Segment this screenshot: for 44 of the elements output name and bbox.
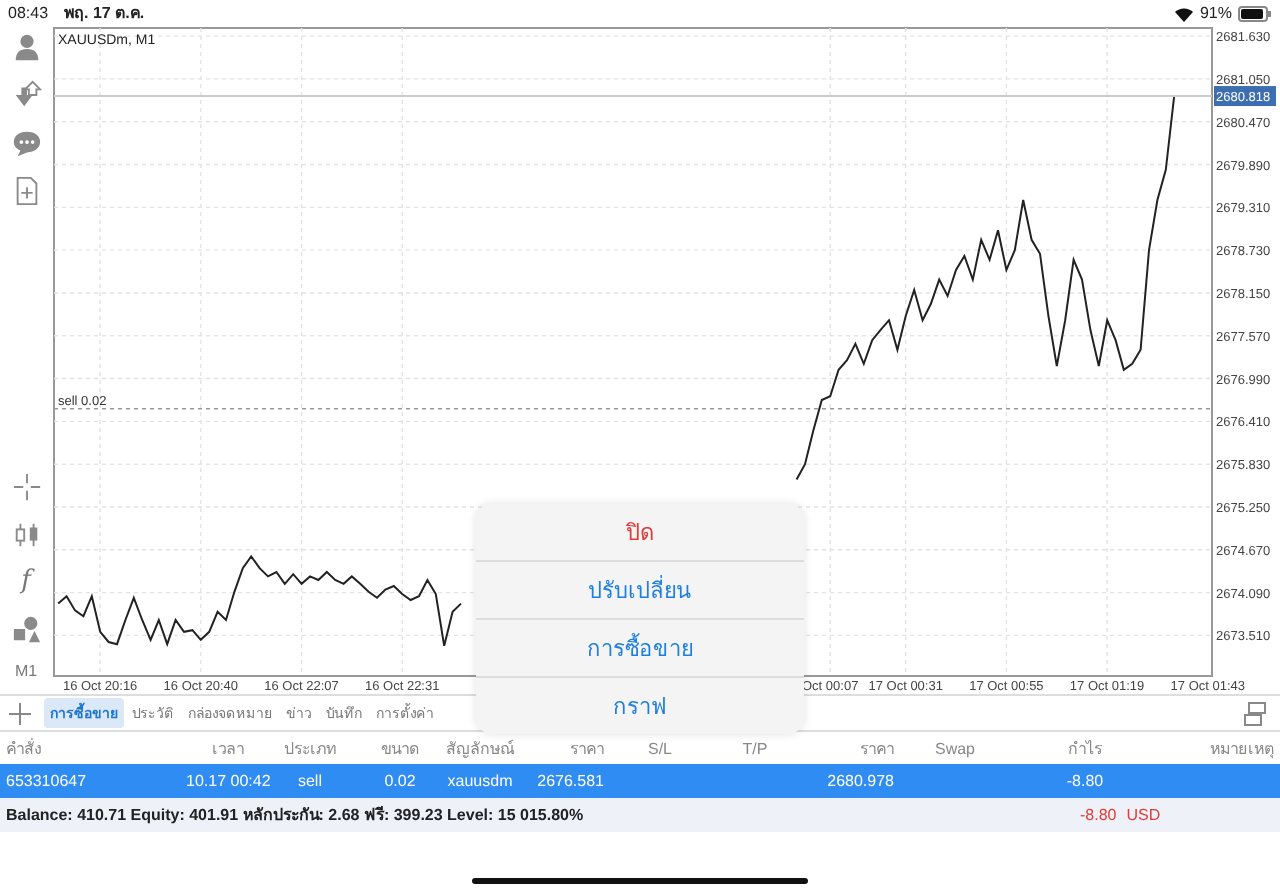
column-header[interactable]: S/L (610, 739, 710, 757)
column-header[interactable]: สัญลักษณ์ (430, 735, 530, 761)
clock: 08:43 (8, 4, 49, 22)
chat-icon[interactable] (11, 128, 41, 158)
shapes-icon[interactable] (11, 614, 41, 644)
layout-icon[interactable] (1242, 701, 1268, 725)
table-cell: 2676.581 (537, 772, 604, 790)
indicators-button[interactable]: f (21, 568, 31, 596)
timeframe-button[interactable]: M1 (14, 662, 38, 682)
column-header[interactable]: ประเภท (250, 735, 370, 761)
column-header[interactable]: กำไร (1010, 735, 1160, 761)
table-cell: 10.17 00:42 (186, 772, 271, 790)
battery-percent: 91% (1199, 4, 1232, 22)
battery-icon (1238, 5, 1272, 21)
total-profit: -8.80 (1080, 806, 1117, 824)
column-header[interactable]: ขนาด (370, 735, 430, 761)
trade-arrows-icon[interactable] (11, 80, 41, 110)
new-document-icon[interactable] (11, 176, 41, 206)
crosshair-icon[interactable] (11, 472, 41, 502)
table-cell: 2680.978 (827, 772, 894, 790)
account-summary: Balance: 410.71 Equity: 401.91 หลักประกัน: 2.68 ฟรี: 399.23 Level: 15 015.80% (6, 804, 586, 828)
column-header[interactable]: T/P (710, 739, 800, 757)
date: พฤ. 17 ต.ค. (64, 2, 145, 26)
menu-item[interactable]: การซื้อขาย (476, 618, 804, 676)
candlestick-icon[interactable] (11, 520, 41, 550)
table-cell: sell (297, 772, 322, 790)
currency: USD (1126, 806, 1161, 824)
column-header[interactable]: คำสั่ง (0, 735, 180, 761)
table-cell: 0.02 (384, 772, 416, 790)
menu-item[interactable]: ปิด (476, 504, 804, 560)
account-icon[interactable] (11, 32, 41, 62)
table-cell: 653310647 (6, 772, 87, 790)
column-header[interactable]: หมายเหตุ (1160, 735, 1280, 761)
column-header[interactable]: เวลา (180, 735, 250, 761)
column-header[interactable]: ราคา (530, 735, 610, 761)
column-header[interactable]: ราคา (800, 735, 900, 761)
column-header[interactable]: Swap (900, 739, 1010, 757)
position-row[interactable]: 653310647 10.17 00:42 sell 0.02 xauusdm 2676.581 2680.978 -8.80 (0, 764, 1280, 798)
menu-item[interactable]: ปรับเปลี่ยน (476, 560, 804, 618)
wifi-icon (1173, 5, 1194, 21)
menu-item[interactable]: กราฟ (476, 676, 804, 734)
table-cell: -8.80 (1066, 772, 1104, 790)
table-cell: xauusdm (447, 772, 513, 790)
add-icon[interactable] (8, 701, 32, 725)
